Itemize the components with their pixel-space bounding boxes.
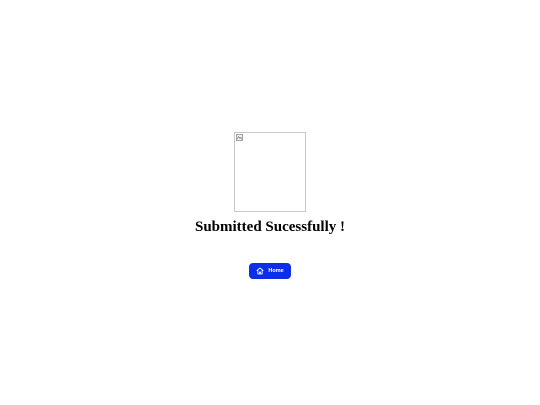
broken-image-icon — [236, 134, 243, 141]
success-image-placeholder — [234, 132, 306, 212]
success-message: Submitted Sucessfully ! — [194, 219, 346, 235]
home-button[interactable]: Home — [249, 263, 291, 279]
home-icon — [256, 267, 264, 275]
submission-success-page: Submitted Sucessfully ! Home — [0, 0, 540, 405]
home-button-label: Home — [268, 268, 284, 274]
